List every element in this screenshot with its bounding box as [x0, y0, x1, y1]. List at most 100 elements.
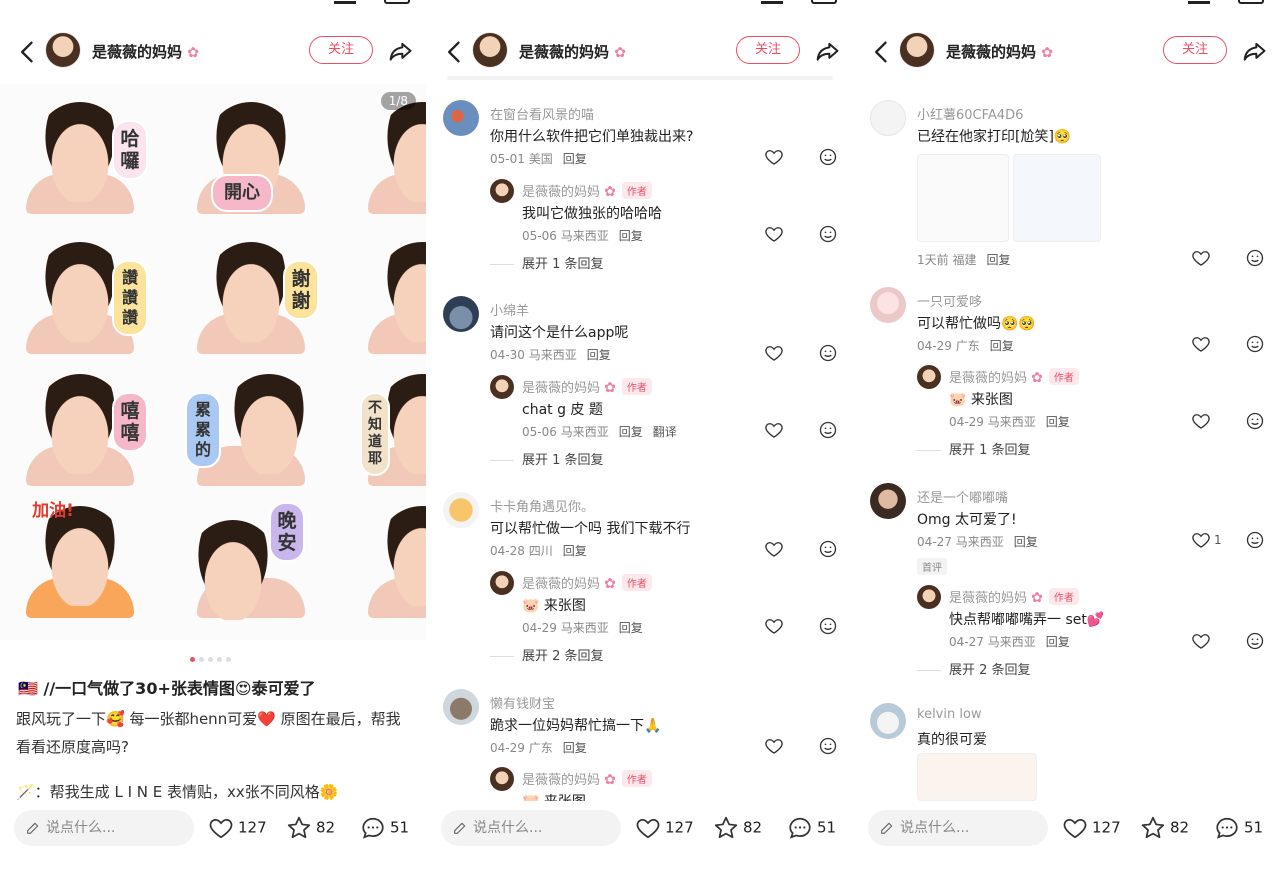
- expand-replies[interactable]: 展开 2 条回复: [949, 659, 1031, 678]
- like-button[interactable]: 127: [208, 815, 267, 841]
- commenter-avatar[interactable]: [870, 287, 906, 323]
- commenter-avatar[interactable]: [870, 703, 906, 739]
- commenter-name[interactable]: kelvin low: [917, 707, 982, 722]
- reply-author-name[interactable]: 是薇薇的妈妈 ✿ 作者: [949, 367, 1079, 386]
- follow-button[interactable]: 关注: [1163, 36, 1227, 64]
- heart-icon[interactable]: [764, 539, 784, 559]
- commenter-name[interactable]: 小红薯60CFA4D6: [917, 104, 1023, 123]
- expand-replies[interactable]: 展开 1 条回复: [949, 439, 1031, 458]
- smile-icon[interactable]: [1245, 334, 1265, 354]
- smile-icon[interactable]: [1245, 530, 1265, 550]
- reply-button[interactable]: 回复: [986, 253, 1010, 267]
- back-arrow-icon[interactable]: [441, 38, 469, 66]
- follow-button[interactable]: 关注: [309, 36, 373, 64]
- smile-icon[interactable]: [818, 343, 838, 363]
- commenter-name[interactable]: 小绵羊: [490, 300, 529, 319]
- expand-replies[interactable]: 展开 1 条回复: [522, 449, 604, 468]
- reply-button[interactable]: 回复: [563, 152, 587, 166]
- heart-icon[interactable]: [1191, 530, 1211, 550]
- collect-button[interactable]: 82: [713, 815, 762, 841]
- comment-text[interactable]: Omg 太可爱了!: [917, 509, 1017, 529]
- comment-image[interactable]: [917, 154, 1009, 242]
- comment-text[interactable]: 你用什么软件把它们单独裁出来?: [490, 126, 693, 146]
- comment-button[interactable]: 51: [360, 815, 409, 841]
- smile-icon[interactable]: [818, 736, 838, 756]
- reply-text[interactable]: 🐷 来张图: [949, 389, 1013, 409]
- comment-text[interactable]: 请问这个是什么app呢: [490, 322, 628, 342]
- heart-icon[interactable]: [764, 147, 784, 167]
- reply-text[interactable]: chat g 皮 题: [522, 399, 603, 419]
- smile-icon[interactable]: [818, 420, 838, 440]
- reply-button[interactable]: 回复: [619, 229, 643, 243]
- author-reply-avatar[interactable]: [490, 767, 514, 791]
- reply-text[interactable]: 🐷 来张图: [522, 791, 586, 801]
- commenter-name[interactable]: 在窗台看风景的喵: [490, 104, 594, 123]
- expand-replies[interactable]: 展开 2 条回复: [522, 645, 604, 664]
- smile-icon[interactable]: [818, 616, 838, 636]
- smile-icon[interactable]: [1245, 631, 1265, 651]
- author-reply-avatar[interactable]: [490, 179, 514, 203]
- smile-icon[interactable]: [818, 539, 838, 559]
- reply-button[interactable]: 回复: [563, 741, 587, 755]
- heart-icon[interactable]: [1191, 411, 1211, 431]
- reply-text[interactable]: 🐷 来张图: [522, 595, 586, 615]
- heart-icon[interactable]: [1191, 248, 1211, 268]
- reply-button[interactable]: 回复: [1014, 535, 1038, 549]
- heart-icon[interactable]: [1191, 334, 1211, 354]
- reply-button[interactable]: 回复: [619, 425, 643, 439]
- reply-button[interactable]: 回复: [563, 544, 587, 558]
- heart-icon[interactable]: [764, 736, 784, 756]
- reply-text[interactable]: 快点帮嘟嘟嘴弄一 set💕: [949, 609, 1104, 629]
- back-arrow-icon[interactable]: [868, 38, 896, 66]
- commenter-name[interactable]: 懒有钱财宝: [490, 693, 555, 712]
- author-avatar[interactable]: [45, 32, 81, 68]
- comment-button[interactable]: 51: [787, 815, 836, 841]
- collect-button[interactable]: 82: [286, 815, 335, 841]
- smile-icon[interactable]: [1245, 411, 1265, 431]
- commenter-avatar[interactable]: [443, 296, 479, 332]
- commenter-name[interactable]: 一只可爱哆: [917, 291, 982, 310]
- reply-button[interactable]: 回复: [990, 339, 1014, 353]
- reply-author-name[interactable]: 是薇薇的妈妈 ✿ 作者: [522, 769, 652, 788]
- comment-input[interactable]: 说点什么...: [14, 810, 194, 846]
- like-button[interactable]: 127: [1062, 815, 1121, 841]
- reply-button[interactable]: 回复: [619, 621, 643, 635]
- reply-author-name[interactable]: 是薇薇的妈妈 ✿ 作者: [522, 181, 652, 200]
- author-name[interactable]: 是薇薇的妈妈 ✿: [946, 41, 1053, 62]
- reply-author-name[interactable]: 是薇薇的妈妈 ✿ 作者: [522, 377, 652, 396]
- reply-author-name[interactable]: 是薇薇的妈妈 ✿ 作者: [522, 573, 652, 592]
- commenter-avatar[interactable]: [443, 100, 479, 136]
- commenter-avatar[interactable]: [870, 100, 906, 136]
- smile-icon[interactable]: [818, 147, 838, 167]
- reply-button[interactable]: 回复: [1046, 415, 1070, 429]
- translate-button[interactable]: 翻译: [653, 425, 677, 439]
- share-icon[interactable]: [1240, 38, 1268, 66]
- heart-icon[interactable]: [1191, 631, 1211, 651]
- author-name[interactable]: 是薇薇的妈妈 ✿: [92, 41, 199, 62]
- share-icon[interactable]: [386, 38, 414, 66]
- reply-text[interactable]: 我叫它做独张的哈哈哈: [522, 203, 662, 223]
- expand-replies[interactable]: 展开 1 条回复: [522, 253, 604, 272]
- heart-icon[interactable]: [764, 224, 784, 244]
- author-avatar[interactable]: [472, 32, 508, 68]
- commenter-name[interactable]: 卡卡角角遇见你。: [490, 496, 594, 515]
- like-button[interactable]: 127: [635, 815, 694, 841]
- comment-image[interactable]: [917, 753, 1037, 801]
- comment-text[interactable]: 已经在他家打印[尬笑]🥺: [917, 126, 1071, 146]
- comment-text[interactable]: 真的很可爱: [917, 729, 987, 749]
- author-name[interactable]: 是薇薇的妈妈 ✿: [519, 41, 626, 62]
- back-arrow-icon[interactable]: [14, 38, 42, 66]
- author-reply-avatar[interactable]: [490, 571, 514, 595]
- commenter-avatar[interactable]: [870, 483, 906, 519]
- comment-button[interactable]: 51: [1214, 815, 1263, 841]
- commenter-avatar[interactable]: [443, 689, 479, 725]
- author-reply-avatar[interactable]: [490, 375, 514, 399]
- author-reply-avatar[interactable]: [917, 365, 941, 389]
- collect-button[interactable]: 82: [1140, 815, 1189, 841]
- commenter-avatar[interactable]: [443, 492, 479, 528]
- author-reply-avatar[interactable]: [917, 585, 941, 609]
- reply-button[interactable]: 回复: [1046, 635, 1070, 649]
- commenter-name[interactable]: 还是一个嘟嘟嘴: [917, 487, 1008, 506]
- comment-input[interactable]: 说点什么...: [441, 810, 621, 846]
- comment-text[interactable]: 可以帮忙做一个吗 我们下载不行: [490, 518, 690, 538]
